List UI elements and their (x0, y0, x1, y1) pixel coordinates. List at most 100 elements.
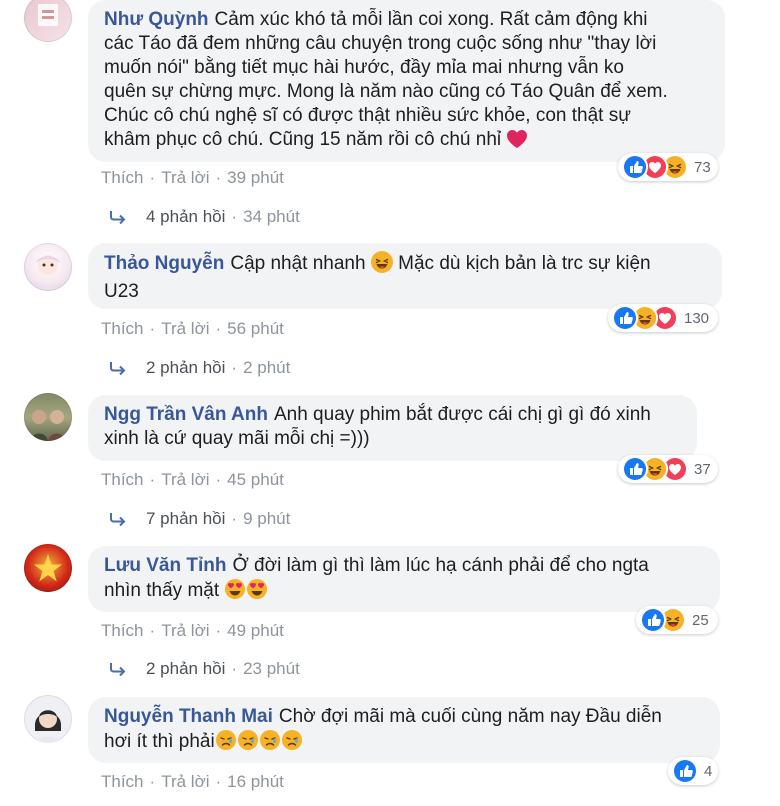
comment-time[interactable]: 39 phút (227, 168, 284, 187)
heart-emoji (506, 129, 528, 156)
separator-dot: · (149, 621, 156, 640)
sad-sweat-emoji (237, 729, 259, 758)
comment-text-line: nhìn thấy mặt (104, 580, 220, 601)
like-icon (622, 456, 648, 482)
view-replies-link[interactable]: 4 phản hồi · 34 phút (108, 207, 300, 227)
replies-time: 23 phút (243, 659, 300, 678)
reaction-count: 25 (692, 611, 709, 629)
replies-count[interactable]: 4 phản hồi (146, 207, 225, 227)
comment-bubble: Lưu Văn Tỉnh Ở đời làm gì thì làm lúc hạ … (88, 546, 720, 612)
reactions-summary[interactable]: 130 (608, 304, 718, 332)
comment-author[interactable]: Thảo Nguyễn (104, 253, 224, 274)
comment-text-line: các Táo đã đem những câu chuyện trong cu… (104, 33, 657, 54)
comment-text-line: Chờ đợi mãi mà cuối cùng năm nay Đầu diễ… (278, 706, 662, 727)
separator-dot: · (149, 772, 156, 791)
comment-text-line: Chúc cô chú nghệ sĩ có được thật nhiều s… (104, 105, 631, 126)
comment-text-line: quên sự chừng mực. Mong là năm nào cũng … (104, 81, 668, 102)
separator-dot: · (215, 319, 222, 338)
comment-actions: Thích · Trả lời · 45 phút (101, 470, 284, 490)
comment-text-line: U23 (104, 281, 139, 302)
reactions-summary[interactable]: 4 (668, 757, 718, 785)
comment-time[interactable]: 45 phút (227, 470, 284, 489)
reply-arrow-icon (110, 663, 126, 677)
comment-bubble: Nguyễn Thanh Mai Chờ đợi mãi mà cuối cùng… (88, 697, 720, 763)
comment-actions: Thích · Trả lời · 49 phút (101, 621, 284, 641)
comment-bubble: Thảo Nguyễn Cập nhật nhanh Mặc dù kịch bả… (88, 243, 722, 309)
reaction-count: 73 (694, 158, 711, 176)
comment-text-line: muốn nói" bằng tiết mục hài hước, đầy mỉ… (104, 57, 624, 78)
like-link[interactable]: Thích (101, 621, 144, 640)
reply-arrow-icon (110, 362, 126, 376)
comment-text-line: Cập nhật nhanh (230, 253, 366, 274)
avatar[interactable] (24, 544, 72, 592)
replies-time: 9 phút (243, 509, 291, 528)
separator-dot: · (215, 621, 222, 640)
reply-link[interactable]: Trả lời (161, 319, 209, 338)
like-link[interactable]: Thích (101, 319, 144, 338)
comment-time[interactable]: 49 phút (227, 621, 284, 640)
laughing-tears-emoji (370, 250, 394, 280)
reactions-summary[interactable]: 37 (618, 455, 718, 483)
reply-arrow-icon (110, 211, 126, 225)
reply-link[interactable]: Trả lời (161, 772, 209, 791)
comment-author[interactable]: Như Quỳnh (104, 9, 209, 30)
like-icon (672, 758, 698, 784)
comment-author[interactable]: Lưu Văn Tỉnh (104, 555, 226, 576)
reaction-count: 130 (684, 309, 710, 327)
reaction-count: 4 (704, 762, 713, 780)
avatar[interactable] (24, 393, 72, 441)
separator-dot: · (231, 509, 238, 528)
separator-dot: · (149, 319, 156, 338)
sad-sweat-emoji (215, 729, 237, 758)
separator-dot: · (149, 470, 156, 489)
reply-link[interactable]: Trả lời (161, 621, 209, 640)
reaction-count: 37 (694, 460, 711, 478)
heart-eyes-emoji (246, 578, 268, 607)
replies-count[interactable]: 7 phản hồi (146, 509, 225, 529)
sad-sweat-emoji (259, 729, 281, 758)
comment-text-line: xinh là cứ quay mãi mỗi chị =))) (104, 428, 370, 449)
separator-dot: · (215, 470, 222, 489)
comment-text-line: Ở đời làm gì thì làm lúc hạ cánh phải để… (232, 555, 649, 576)
reactions-summary[interactable]: 73 (618, 153, 718, 181)
replies-time: 34 phút (243, 207, 300, 226)
separator-dot: · (149, 168, 156, 187)
comment-bubble: Ngg Trần Vân Anh Anh quay phim bắt được c… (88, 395, 697, 461)
separator-dot: · (231, 358, 238, 377)
comment-text-line: Mặc dù kịch bản là trc sự kiện (398, 253, 651, 274)
replies-time: 2 phút (243, 358, 291, 377)
avatar[interactable] (24, 695, 72, 743)
view-replies-link[interactable]: 2 phản hồi · 2 phút (108, 358, 290, 378)
comment-author[interactable]: Nguyễn Thanh Mai (104, 706, 273, 727)
like-link[interactable]: Thích (101, 168, 144, 187)
like-link[interactable]: Thích (101, 470, 144, 489)
comment-text-line: hơi ít thì phải (104, 731, 215, 752)
like-icon (640, 607, 666, 633)
comment-time[interactable]: 56 phút (227, 319, 284, 338)
sad-sweat-emoji (281, 729, 303, 758)
separator-dot: · (215, 772, 222, 791)
comment-author[interactable]: Ngg Trần Vân Anh (104, 404, 268, 425)
view-replies-link[interactable]: 2 phản hồi · 23 phút (108, 659, 300, 679)
comment-actions: Thích · Trả lời · 16 phút (101, 772, 284, 792)
reactions-summary[interactable]: 25 (636, 606, 718, 634)
separator-dot: · (231, 207, 238, 226)
reply-arrow-icon (110, 513, 126, 527)
view-replies-link[interactable]: 7 phản hồi · 9 phút (108, 509, 290, 529)
comment-actions: Thích · Trả lời · 39 phút (101, 168, 284, 188)
like-icon (622, 154, 648, 180)
comment-text-line: Anh quay phim bắt được cái chị gì gì đó … (273, 404, 651, 425)
comment-text-line: khâm phục cô chú. Cũng 15 năm rồi cô chú… (104, 129, 502, 150)
avatar[interactable] (24, 0, 72, 42)
comment-time[interactable]: 16 phút (227, 772, 284, 791)
comment-bubble: Như Quỳnh Cảm xúc khó tả mỗi lần coi xong… (88, 0, 725, 162)
reply-link[interactable]: Trả lời (161, 168, 209, 187)
like-link[interactable]: Thích (101, 772, 144, 791)
replies-count[interactable]: 2 phản hồi (146, 659, 225, 679)
reply-link[interactable]: Trả lời (161, 470, 209, 489)
separator-dot: · (231, 659, 238, 678)
replies-count[interactable]: 2 phản hồi (146, 358, 225, 378)
comment-actions: Thích · Trả lời · 56 phút (101, 319, 284, 339)
avatar[interactable] (24, 243, 72, 291)
separator-dot: · (215, 168, 222, 187)
